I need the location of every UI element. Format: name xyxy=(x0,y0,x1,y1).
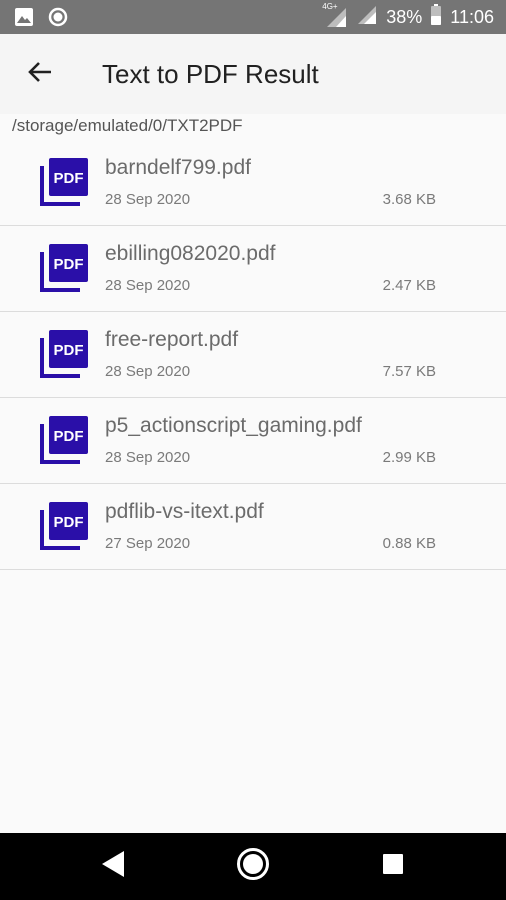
file-list: PDF barndelf799.pdf 28 Sep 2020 3.68 KB … xyxy=(0,140,506,570)
back-button[interactable] xyxy=(18,54,62,94)
status-bar: 4G+ 38% 11:06 xyxy=(0,0,506,34)
status-left xyxy=(14,7,68,32)
file-size: 2.47 KB xyxy=(382,277,436,294)
pdf-icon: PDF xyxy=(40,500,90,550)
pdf-icon: PDF xyxy=(40,328,90,378)
file-size: 2.99 KB xyxy=(382,449,436,466)
home-circle-icon xyxy=(236,847,270,886)
nav-home-button[interactable] xyxy=(231,846,275,886)
file-size: 0.88 KB xyxy=(382,535,436,552)
file-date: 28 Sep 2020 xyxy=(105,277,191,294)
pdf-icon: PDF xyxy=(40,242,90,292)
file-name: free-report.pdf xyxy=(105,328,239,351)
pdf-icon-label: PDF xyxy=(54,514,84,531)
battery-icon xyxy=(430,3,442,31)
file-name: ebilling082020.pdf xyxy=(105,242,276,265)
pdf-icon-label: PDF xyxy=(54,428,84,445)
battery-percent: 38% xyxy=(386,6,423,27)
file-size: 3.68 KB xyxy=(382,191,436,208)
nav-back-button[interactable] xyxy=(91,846,135,886)
pdf-icon-label: PDF xyxy=(54,170,84,187)
page-title: Text to PDF Result xyxy=(102,59,319,89)
file-name: pdflib-vs-itext.pdf xyxy=(105,500,264,523)
arrow-left-icon xyxy=(27,59,53,90)
file-date: 28 Sep 2020 xyxy=(105,363,191,380)
image-icon xyxy=(14,7,34,32)
file-date: 28 Sep 2020 xyxy=(105,449,191,466)
directory-path: /storage/emulated/0/TXT2PDF xyxy=(12,116,243,135)
list-item[interactable]: PDF ebilling082020.pdf 28 Sep 2020 2.47 … xyxy=(0,226,506,312)
navigation-bar xyxy=(0,833,506,900)
list-item[interactable]: PDF barndelf799.pdf 28 Sep 2020 3.68 KB xyxy=(0,140,506,226)
screen: 4G+ 38% 11:06 Text to PDF Result /storag… xyxy=(0,0,506,900)
list-item[interactable]: PDF p5_actionscript_gaming.pdf 28 Sep 20… xyxy=(0,398,506,484)
list-item[interactable]: PDF pdflib-vs-itext.pdf 27 Sep 2020 0.88… xyxy=(0,484,506,570)
list-item[interactable]: PDF free-report.pdf 28 Sep 2020 7.57 KB xyxy=(0,312,506,398)
pdf-icon: PDF xyxy=(40,414,90,464)
file-date: 27 Sep 2020 xyxy=(105,535,191,552)
nav-recents-button[interactable] xyxy=(371,846,415,886)
status-right: 4G+ 38% 11:06 xyxy=(322,0,494,34)
app-bar: Text to PDF Result xyxy=(0,34,506,114)
signal-4g-icon: 4G+ xyxy=(322,2,348,28)
pdf-icon-label: PDF xyxy=(54,256,84,273)
pdf-icon: PDF xyxy=(40,156,90,206)
record-icon xyxy=(48,7,68,32)
recents-square-icon xyxy=(382,853,404,880)
file-size: 7.57 KB xyxy=(382,363,436,380)
clock: 11:06 xyxy=(450,6,494,27)
back-triangle-icon xyxy=(100,850,126,883)
file-date: 28 Sep 2020 xyxy=(105,191,191,208)
signal-icon xyxy=(356,4,378,31)
file-name: barndelf799.pdf xyxy=(105,156,251,179)
file-name: p5_actionscript_gaming.pdf xyxy=(105,414,362,437)
pdf-icon-label: PDF xyxy=(54,342,84,359)
